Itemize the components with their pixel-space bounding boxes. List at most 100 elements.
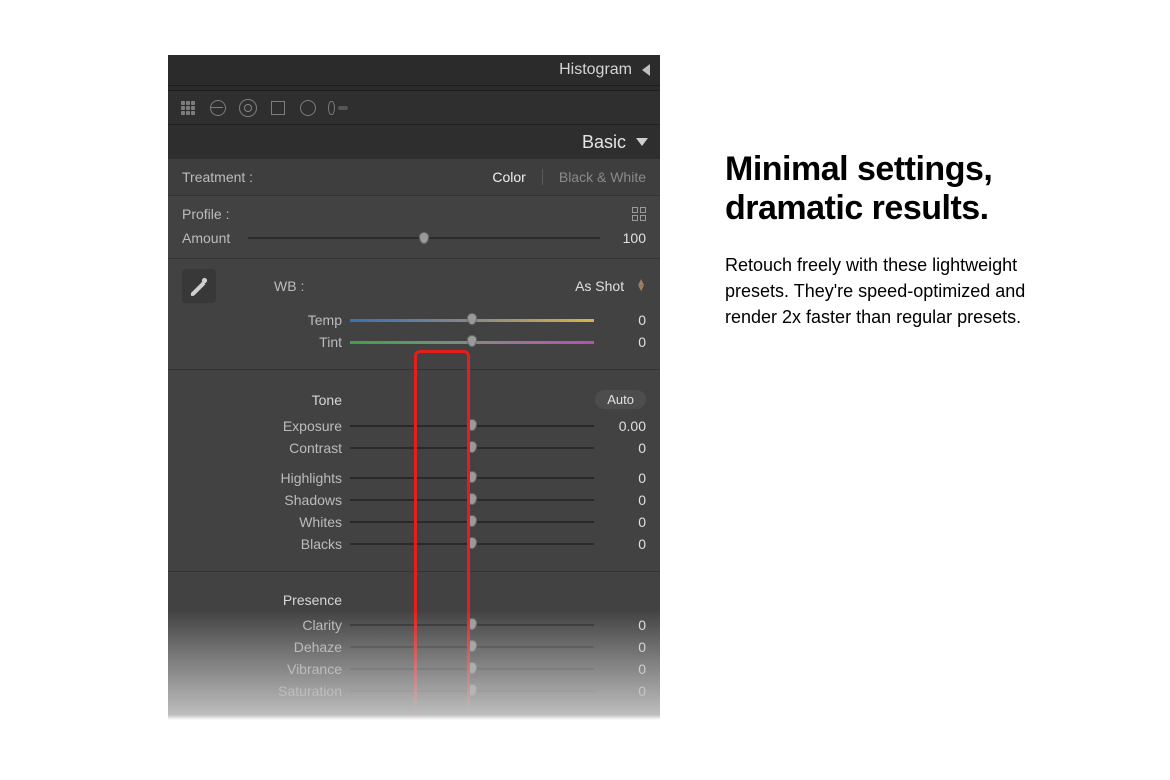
- profile-label: Profile :: [182, 206, 229, 222]
- collapse-down-icon: [636, 138, 648, 146]
- treatment-label: Treatment :: [182, 169, 476, 185]
- dehaze-value[interactable]: 0: [602, 639, 646, 655]
- histogram-label: Histogram: [559, 61, 632, 79]
- histogram-panel-header[interactable]: Histogram: [168, 55, 660, 85]
- amount-value[interactable]: 100: [606, 230, 646, 246]
- dropdown-arrows-icon[interactable]: ▲▼: [636, 280, 646, 292]
- lightroom-develop-panel: Histogram Basic Treatment :: [168, 55, 660, 720]
- treatment-bw[interactable]: Black & White: [559, 169, 646, 185]
- tint-value[interactable]: 0: [602, 334, 646, 350]
- dehaze-slider-row: Dehaze 0: [262, 636, 646, 658]
- amount-slider[interactable]: [248, 237, 600, 239]
- shadows-slider-row: Shadows 0: [262, 489, 646, 511]
- slider-thumb-icon[interactable]: [467, 618, 477, 630]
- presence-label: Presence: [262, 592, 342, 608]
- temp-slider[interactable]: [350, 319, 594, 322]
- saturation-value[interactable]: 0: [602, 683, 646, 699]
- basic-panel-header[interactable]: Basic: [168, 125, 660, 159]
- graduated-filter-icon[interactable]: [268, 98, 288, 118]
- temp-label: Temp: [262, 312, 342, 328]
- dehaze-slider[interactable]: [350, 646, 594, 648]
- exposure-slider-row: Exposure 0.00: [262, 415, 646, 437]
- body-text: Retouch freely with these lightweight pr…: [725, 252, 1035, 330]
- vibrance-label: Vibrance: [262, 661, 342, 677]
- slider-thumb-icon[interactable]: [467, 313, 477, 325]
- contrast-value[interactable]: 0: [602, 440, 646, 456]
- treatment-row: Treatment : Color Black & White: [168, 159, 660, 196]
- radial-filter-icon[interactable]: [298, 98, 318, 118]
- crop-tool-icon[interactable]: [178, 98, 198, 118]
- tone-label: Tone: [262, 392, 342, 408]
- slider-thumb-icon[interactable]: [467, 493, 477, 505]
- profile-browser-icon[interactable]: [632, 207, 646, 221]
- slider-thumb-icon[interactable]: [467, 441, 477, 453]
- whites-slider-row: Whites 0: [262, 511, 646, 533]
- vibrance-slider-row: Vibrance 0: [262, 658, 646, 680]
- wb-eyedropper-icon[interactable]: [182, 269, 216, 303]
- marketing-copy: Minimal settings, dramatic results. Reto…: [725, 150, 1085, 330]
- tint-label: Tint: [262, 334, 342, 350]
- clarity-label: Clarity: [262, 617, 342, 633]
- develop-toolbar: [168, 91, 660, 125]
- temp-slider-row: Temp 0: [262, 309, 646, 331]
- blacks-slider-row: Blacks 0: [262, 533, 646, 555]
- presence-sliders: Clarity 0 Dehaze 0 Vibrance 0 Saturation: [168, 614, 660, 712]
- temp-value[interactable]: 0: [602, 312, 646, 328]
- brush-tool-icon[interactable]: [328, 98, 348, 118]
- saturation-label: Saturation: [262, 683, 342, 699]
- presence-header: Presence: [168, 578, 660, 614]
- exposure-slider[interactable]: [350, 425, 594, 427]
- separator: [168, 571, 660, 572]
- contrast-slider-row: Contrast 0: [262, 437, 646, 459]
- slider-thumb-icon[interactable]: [467, 684, 477, 696]
- exposure-value[interactable]: 0.00: [602, 418, 646, 434]
- spot-removal-icon[interactable]: [208, 98, 228, 118]
- slider-thumb-icon[interactable]: [467, 640, 477, 652]
- basic-panel-body: Treatment : Color Black & White Profile …: [168, 159, 660, 712]
- tone-header: Tone Auto: [168, 376, 660, 415]
- tint-slider[interactable]: [350, 341, 594, 344]
- saturation-slider-row: Saturation 0: [262, 680, 646, 702]
- highlights-value[interactable]: 0: [602, 470, 646, 486]
- exposure-label: Exposure: [262, 418, 342, 434]
- slider-thumb-icon[interactable]: [467, 335, 477, 347]
- wb-value[interactable]: As Shot: [575, 278, 624, 294]
- clarity-slider-row: Clarity 0: [262, 614, 646, 636]
- slider-thumb-icon[interactable]: [467, 471, 477, 483]
- contrast-label: Contrast: [262, 440, 342, 456]
- vibrance-value[interactable]: 0: [602, 661, 646, 677]
- vibrance-slider[interactable]: [350, 668, 594, 670]
- slider-thumb-icon[interactable]: [467, 515, 477, 527]
- auto-button[interactable]: Auto: [595, 390, 646, 409]
- saturation-slider[interactable]: [350, 690, 594, 692]
- shadows-label: Shadows: [262, 492, 342, 508]
- white-balance-row: WB : As Shot ▲▼: [168, 259, 660, 309]
- shadows-value[interactable]: 0: [602, 492, 646, 508]
- treatment-color[interactable]: Color: [492, 169, 525, 185]
- shadows-slider[interactable]: [350, 499, 594, 501]
- collapse-left-icon: [642, 64, 650, 76]
- whites-slider[interactable]: [350, 521, 594, 523]
- slider-thumb-icon[interactable]: [467, 419, 477, 431]
- slider-thumb-icon[interactable]: [467, 537, 477, 549]
- redeye-tool-icon[interactable]: [238, 98, 258, 118]
- wb-sliders: Temp 0 Tint 0: [168, 309, 660, 363]
- whites-label: Whites: [262, 514, 342, 530]
- clarity-slider[interactable]: [350, 624, 594, 626]
- highlights-label: Highlights: [262, 470, 342, 486]
- headline: Minimal settings, dramatic results.: [725, 150, 1085, 228]
- tone-sliders: Exposure 0.00 Contrast 0 Highlights 0 Sh…: [168, 415, 660, 565]
- clarity-value[interactable]: 0: [602, 617, 646, 633]
- blacks-label: Blacks: [262, 536, 342, 552]
- slider-thumb-icon[interactable]: [467, 662, 477, 674]
- whites-value[interactable]: 0: [602, 514, 646, 530]
- tint-slider-row: Tint 0: [262, 331, 646, 353]
- contrast-slider[interactable]: [350, 447, 594, 449]
- slider-thumb-icon[interactable]: [419, 232, 429, 244]
- highlights-slider[interactable]: [350, 477, 594, 479]
- dehaze-label: Dehaze: [262, 639, 342, 655]
- amount-label: Amount: [182, 230, 242, 246]
- blacks-slider[interactable]: [350, 543, 594, 545]
- blacks-value[interactable]: 0: [602, 536, 646, 552]
- profile-amount-row: Amount 100: [182, 230, 646, 246]
